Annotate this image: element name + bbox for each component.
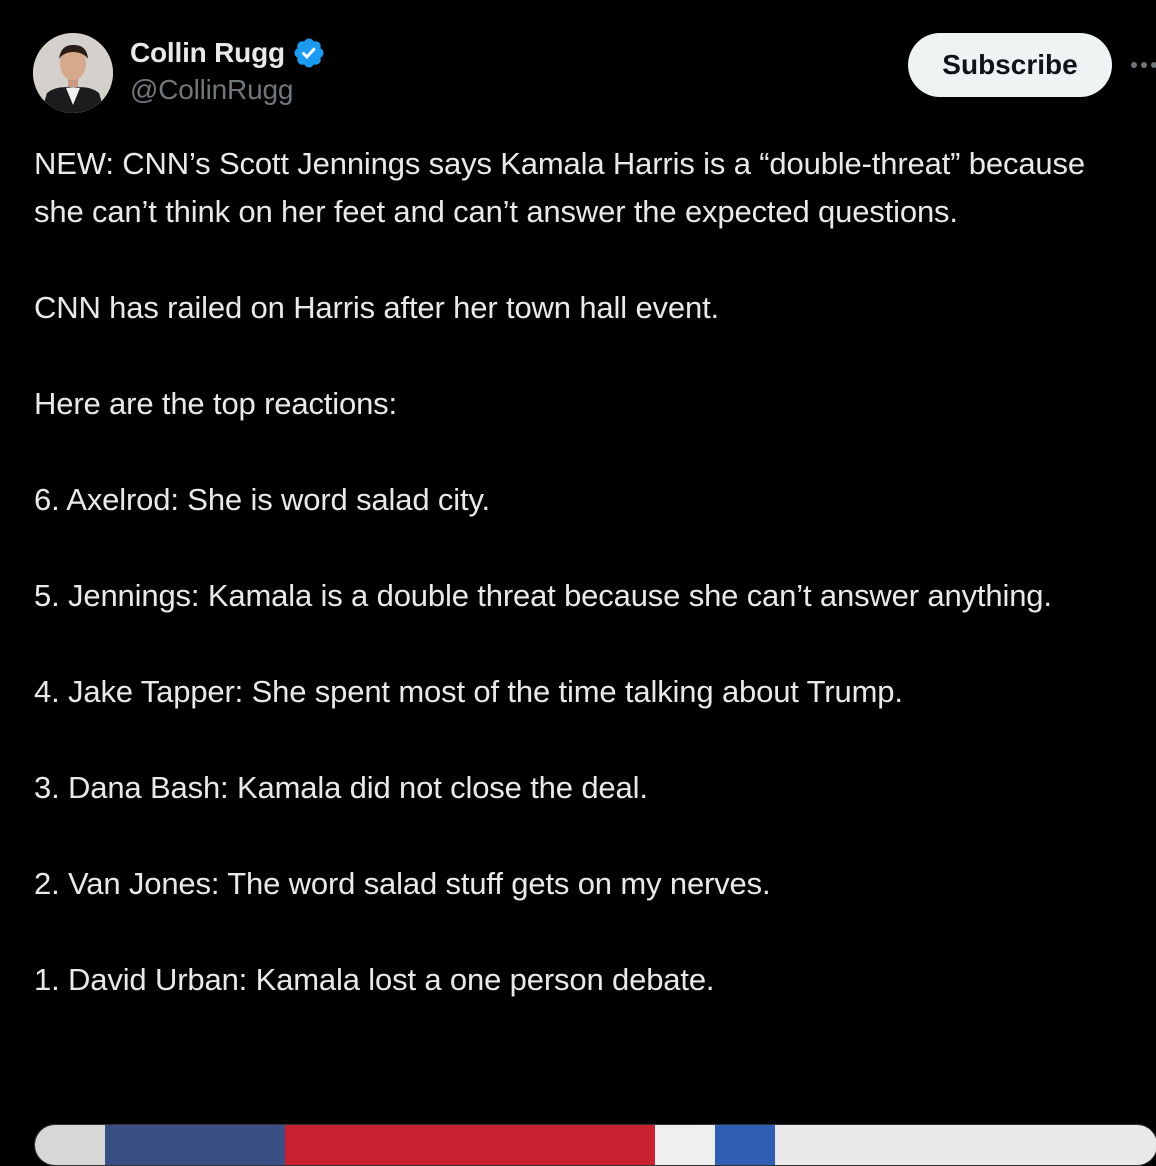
reaction-item-1: 1. David Urban: Kamala lost a one person…	[34, 962, 715, 997]
avatar[interactable]	[33, 33, 113, 113]
verified-badge-icon[interactable]	[292, 36, 326, 70]
tweet-text: NEW: CNN’s Scott Jennings says Kamala Ha…	[34, 140, 1124, 1004]
tweet-paragraph-lead: Here are the top reactions:	[34, 386, 397, 421]
tweet-paragraph-context: CNN has railed on Harris after her town …	[34, 290, 719, 325]
author-handle[interactable]: @CollinRugg	[130, 74, 326, 106]
reaction-item-6: 6. Axelrod: She is word salad city.	[34, 482, 490, 517]
reaction-item-2: 2. Van Jones: The word salad stuff gets …	[34, 866, 771, 901]
reaction-item-5: 5. Jennings: Kamala is a double threat b…	[34, 578, 1052, 613]
tweet-header: Collin Rugg @CollinRugg Subscribe	[0, 0, 1156, 130]
reaction-item-3: 3. Dana Bash: Kamala did not close the d…	[34, 770, 648, 805]
tweet-paragraph-intro: NEW: CNN’s Scott Jennings says Kamala Ha…	[34, 146, 1094, 229]
attached-video-preview[interactable]	[34, 1124, 1156, 1166]
subscribe-button[interactable]: Subscribe	[908, 33, 1112, 97]
more-horizontal-icon[interactable]	[1128, 50, 1156, 80]
avatar-photo	[33, 33, 113, 113]
author-display-name[interactable]: Collin Rugg	[130, 37, 285, 69]
author-info: Collin Rugg @CollinRugg	[130, 34, 326, 106]
reaction-item-4: 4. Jake Tapper: She spent most of the ti…	[34, 674, 903, 709]
